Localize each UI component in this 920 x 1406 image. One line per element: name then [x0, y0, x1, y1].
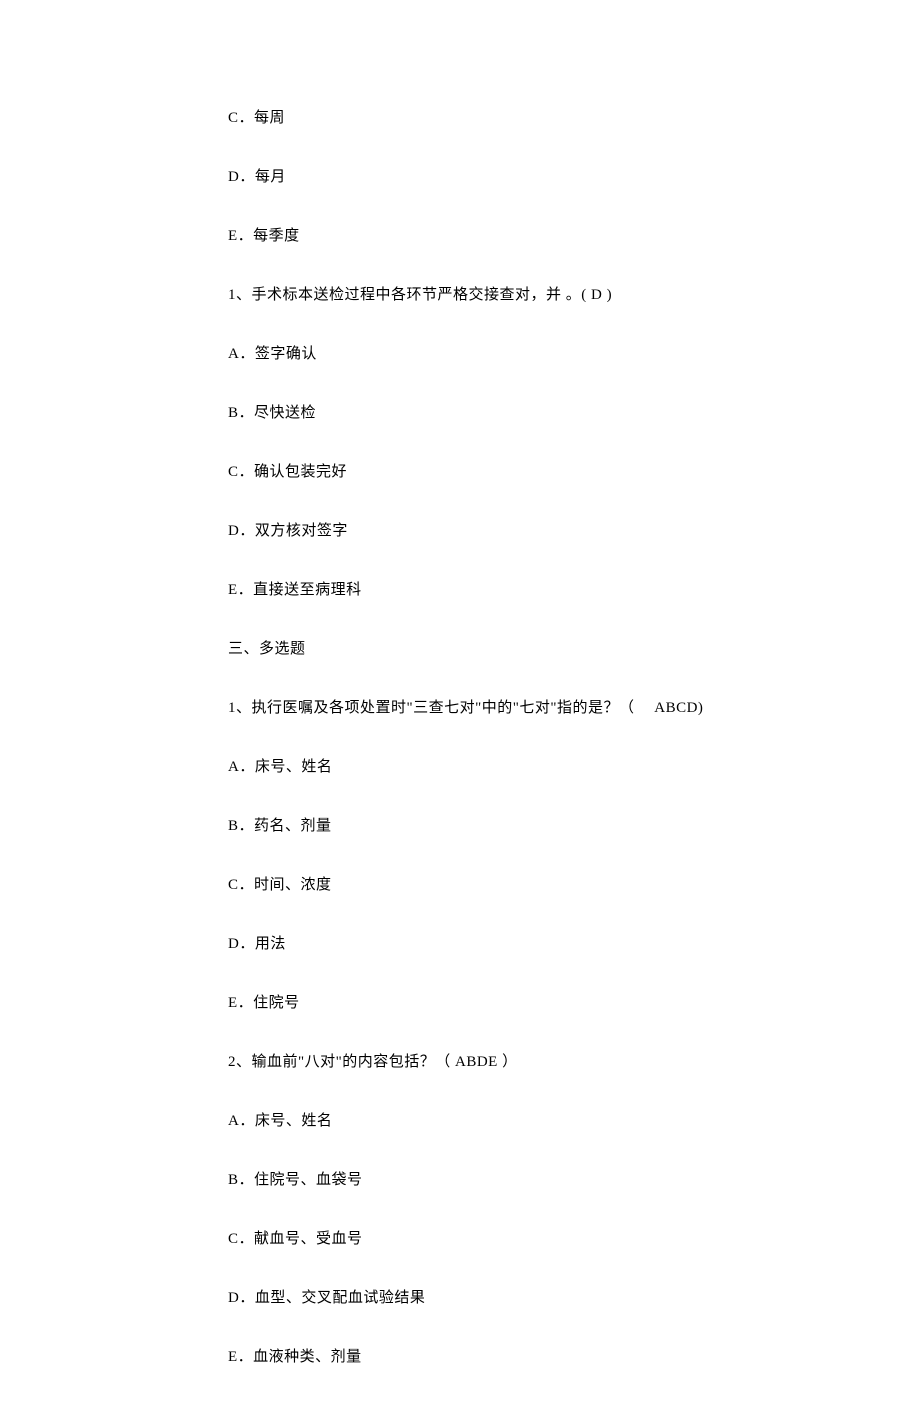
option-c: C．确认包装完好	[228, 462, 788, 483]
option-a: A．签字确认	[228, 344, 788, 365]
option-e: E．血液种类、剂量	[228, 1347, 788, 1368]
option-c: C．每周	[228, 108, 788, 129]
option-a: A．床号、姓名	[228, 1111, 788, 1132]
option-d: D．血型、交叉配血试验结果	[228, 1288, 788, 1309]
question-1: 1、手术标本送检过程中各环节严格交接查对，并 。( D )	[228, 285, 788, 306]
option-b: B．尽快送检	[228, 403, 788, 424]
document-page: C．每周 D．每月 E．每季度 1、手术标本送检过程中各环节严格交接查对，并 。…	[0, 0, 788, 1368]
question-1: 1、执行医嘱及各项处置时"三查七对"中的"七对"指的是？（ ABCD)	[228, 698, 788, 719]
option-c: C．时间、浓度	[228, 875, 788, 896]
option-d: D．用法	[228, 934, 788, 955]
option-c: C．献血号、受血号	[228, 1229, 788, 1250]
question-2: 2、输血前"八对"的内容包括？（ ABDE ）	[228, 1052, 788, 1073]
option-d: D．双方核对签字	[228, 521, 788, 542]
option-e: E．直接送至病理科	[228, 580, 788, 601]
option-a: A．床号、姓名	[228, 757, 788, 778]
option-e: E．住院号	[228, 993, 788, 1014]
option-e: E．每季度	[228, 226, 788, 247]
section-heading: 三、多选题	[228, 639, 788, 660]
option-b: B．药名、剂量	[228, 816, 788, 837]
option-d: D．每月	[228, 167, 788, 188]
option-b: B．住院号、血袋号	[228, 1170, 788, 1191]
